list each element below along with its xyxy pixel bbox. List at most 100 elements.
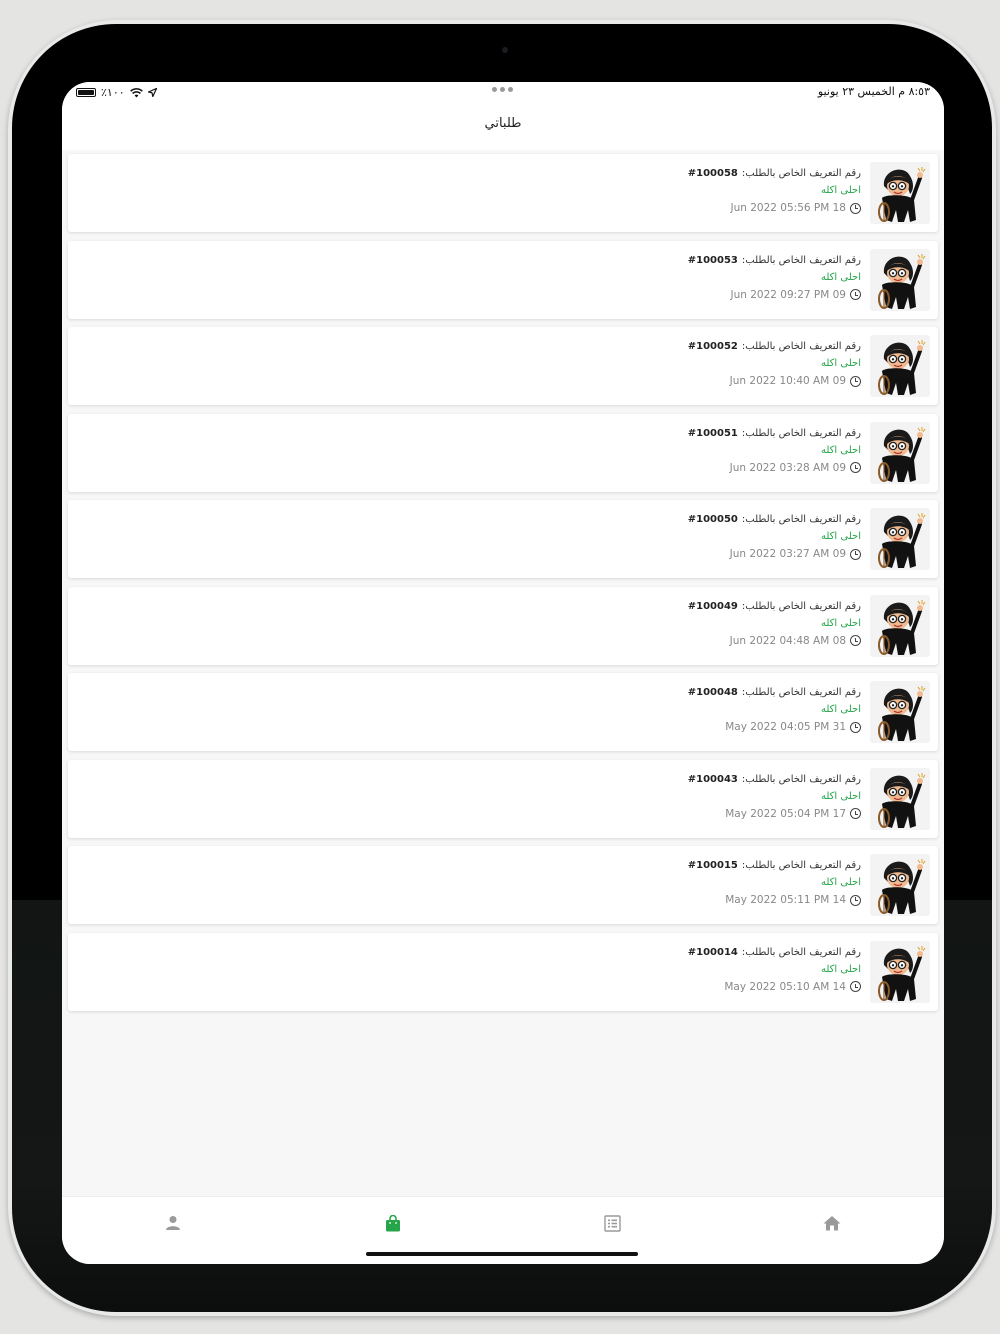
order-date: Jun 2022 03:27 AM 09 — [729, 548, 846, 560]
home-indicator — [366, 1252, 638, 1256]
restaurant-name: احلى اكله — [821, 963, 861, 975]
order-card[interactable]: رقم التعريف الخاص بالطلب: #100049 احلى ا… — [68, 586, 938, 665]
restaurant-name: احلى اكله — [821, 444, 861, 456]
restaurant-name: احلى اكله — [821, 358, 861, 369]
order-list: رقم التعريف الخاص بالطلب: #100058 احلى ا… — [68, 154, 938, 1019]
order-card[interactable]: رقم التعريف الخاص بالطلب: #100053 احلى ا… — [68, 240, 938, 319]
status-bar: ٪١٠٠ ٨:٥٣ م الخميس ٢٣ يونيو — [62, 82, 944, 104]
order-card[interactable]: رقم التعريف الخاص بالطلب: #100015 احلى ا… — [68, 846, 938, 924]
order-id-label: رقم التعريف الخاص بالطلب: — [741, 514, 861, 525]
order-info: رقم التعريف الخاص بالطلب: #100015 احلى ا… — [688, 860, 861, 906]
order-info: رقم التعريف الخاص بالطلب: #100048 احلى ا… — [688, 687, 861, 733]
restaurant-name: احلى اكله — [821, 877, 861, 888]
camera-dot — [502, 47, 508, 53]
order-date-line: May 2022 04:05 PM 31 — [688, 721, 861, 733]
order-id: #100043 — [687, 773, 738, 785]
order-card[interactable]: رقم التعريف الخاص بالطلب: #100050 احلى ا… — [68, 500, 938, 578]
chef-character-icon — [870, 162, 930, 224]
order-date: May 2022 05:11 PM 14 — [725, 894, 846, 906]
order-id-line: رقم التعريف الخاص بالطلب: #100014 — [688, 947, 861, 958]
clock-icon — [850, 981, 861, 992]
order-card[interactable]: رقم التعريف الخاص بالطلب: #100048 احلى ا… — [68, 673, 938, 751]
restaurant-avatar — [870, 681, 930, 743]
order-id-line: رقم التعريف الخاص بالطلب: #100051 — [688, 428, 861, 439]
order-id: #100050 — [687, 514, 738, 525]
order-id: #100049 — [687, 600, 738, 612]
restaurant-name: احلى اكله — [821, 271, 861, 283]
order-id-line: رقم التعريف الخاص بالطلب: #100052 — [688, 341, 861, 352]
order-id-line: رقم التعريف الخاص بالطلب: #100050 — [688, 514, 861, 525]
restaurant-name: احلى اكله — [821, 790, 861, 802]
order-date-line: Jun 2022 04:48 AM 08 — [688, 635, 861, 647]
location-arrow-icon — [147, 88, 157, 97]
order-id-label: رقم التعريف الخاص بالطلب: — [741, 773, 861, 785]
person-icon — [166, 1216, 180, 1230]
chef-character-icon — [870, 594, 930, 657]
list-icon — [603, 1214, 621, 1232]
clock-icon — [850, 375, 861, 387]
chef-character-icon — [870, 767, 930, 830]
restaurant-name: احلى اكله — [821, 704, 861, 715]
shopping-bag-icon — [386, 1214, 400, 1231]
order-id-label: رقم التعريف الخاص بالطلب: — [741, 600, 861, 612]
order-id: #100058 — [687, 168, 738, 179]
order-id: #100048 — [687, 687, 738, 698]
restaurant-avatar — [870, 248, 930, 311]
order-date-line: Jun 2022 09:27 PM 09 — [688, 289, 861, 301]
home-icon — [823, 1216, 841, 1231]
order-info: رقم التعريف الخاص بالطلب: #100052 احلى ا… — [688, 341, 861, 387]
order-date-line: Jun 2022 03:27 AM 09 — [688, 548, 861, 560]
restaurant-avatar — [870, 854, 930, 916]
order-info: رقم التعريف الخاص بالطلب: #100043 احلى ا… — [688, 774, 861, 820]
order-id-label: رقم التعريف الخاص بالطلب: — [741, 946, 861, 958]
clock-icon — [850, 462, 861, 473]
order-date: May 2022 04:05 PM 31 — [725, 721, 846, 733]
battery-icon — [76, 88, 96, 97]
order-id-label: رقم التعريف الخاص بالطلب: — [741, 687, 861, 698]
chef-character-icon — [870, 681, 930, 743]
order-card[interactable]: رقم التعريف الخاص بالطلب: #100058 احلى ا… — [68, 154, 938, 232]
order-id-label: رقم التعريف الخاص بالطلب: — [741, 168, 861, 179]
clock-icon — [850, 721, 861, 733]
chef-character-icon — [870, 940, 930, 1003]
tab-orders[interactable] — [383, 1213, 403, 1233]
tab-home[interactable] — [822, 1213, 842, 1233]
order-id-label: رقم التعريف الخاص بالطلب: — [741, 860, 861, 871]
order-date: Jun 2022 04:48 AM 08 — [729, 634, 846, 647]
tab-menu[interactable] — [602, 1213, 622, 1233]
order-card[interactable]: رقم التعريف الخاص بالطلب: #100014 احلى ا… — [68, 932, 938, 1011]
order-info: رقم التعريف الخاص بالطلب: #100049 احلى ا… — [688, 601, 861, 647]
wifi-icon — [129, 87, 143, 97]
restaurant-avatar — [870, 421, 930, 484]
order-info: رقم التعريف الخاص بالطلب: #100014 احلى ا… — [688, 947, 861, 993]
order-card[interactable]: رقم التعريف الخاص بالطلب: #100043 احلى ا… — [68, 759, 938, 838]
clock-icon — [850, 894, 861, 906]
restaurant-avatar — [870, 508, 930, 570]
order-date-line: Jun 2022 03:28 AM 09 — [688, 462, 861, 474]
order-id: #100052 — [687, 341, 738, 352]
multitasking-dots[interactable] — [492, 87, 513, 92]
order-info: رقم التعريف الخاص بالطلب: #100058 احلى ا… — [688, 168, 861, 214]
chef-character-icon — [870, 248, 930, 311]
tab-profile[interactable] — [163, 1213, 183, 1233]
restaurant-avatar — [870, 162, 930, 224]
battery-percent: ٪١٠٠ — [101, 86, 125, 99]
order-id-line: رقم التعريف الخاص بالطلب: #100048 — [688, 687, 861, 698]
order-id-label: رقم التعريف الخاص بالطلب: — [741, 341, 861, 352]
order-date: Jun 2022 10:40 AM 09 — [729, 375, 846, 387]
clock-icon — [850, 202, 861, 214]
order-id: #100015 — [687, 860, 738, 871]
status-icons: ٪١٠٠ — [76, 86, 157, 99]
order-info: رقم التعريف الخاص بالطلب: #100051 احلى ا… — [688, 428, 861, 474]
restaurant-name: احلى اكله — [821, 531, 861, 542]
restaurant-avatar — [870, 767, 930, 830]
order-card[interactable]: رقم التعريف الخاص بالطلب: #100051 احلى ا… — [68, 413, 938, 492]
order-id: #100051 — [687, 427, 738, 439]
order-card[interactable]: رقم التعريف الخاص بالطلب: #100052 احلى ا… — [68, 327, 938, 405]
order-id-line: رقم التعريف الخاص بالطلب: #100049 — [688, 601, 861, 612]
status-time-date: ٨:٥٣ م الخميس ٢٣ يونيو — [817, 85, 930, 98]
clock-icon — [850, 808, 861, 819]
restaurant-avatar — [870, 335, 930, 397]
order-id-label: رقم التعريف الخاص بالطلب: — [741, 254, 861, 266]
order-date: May 2022 05:04 PM 17 — [725, 807, 846, 820]
